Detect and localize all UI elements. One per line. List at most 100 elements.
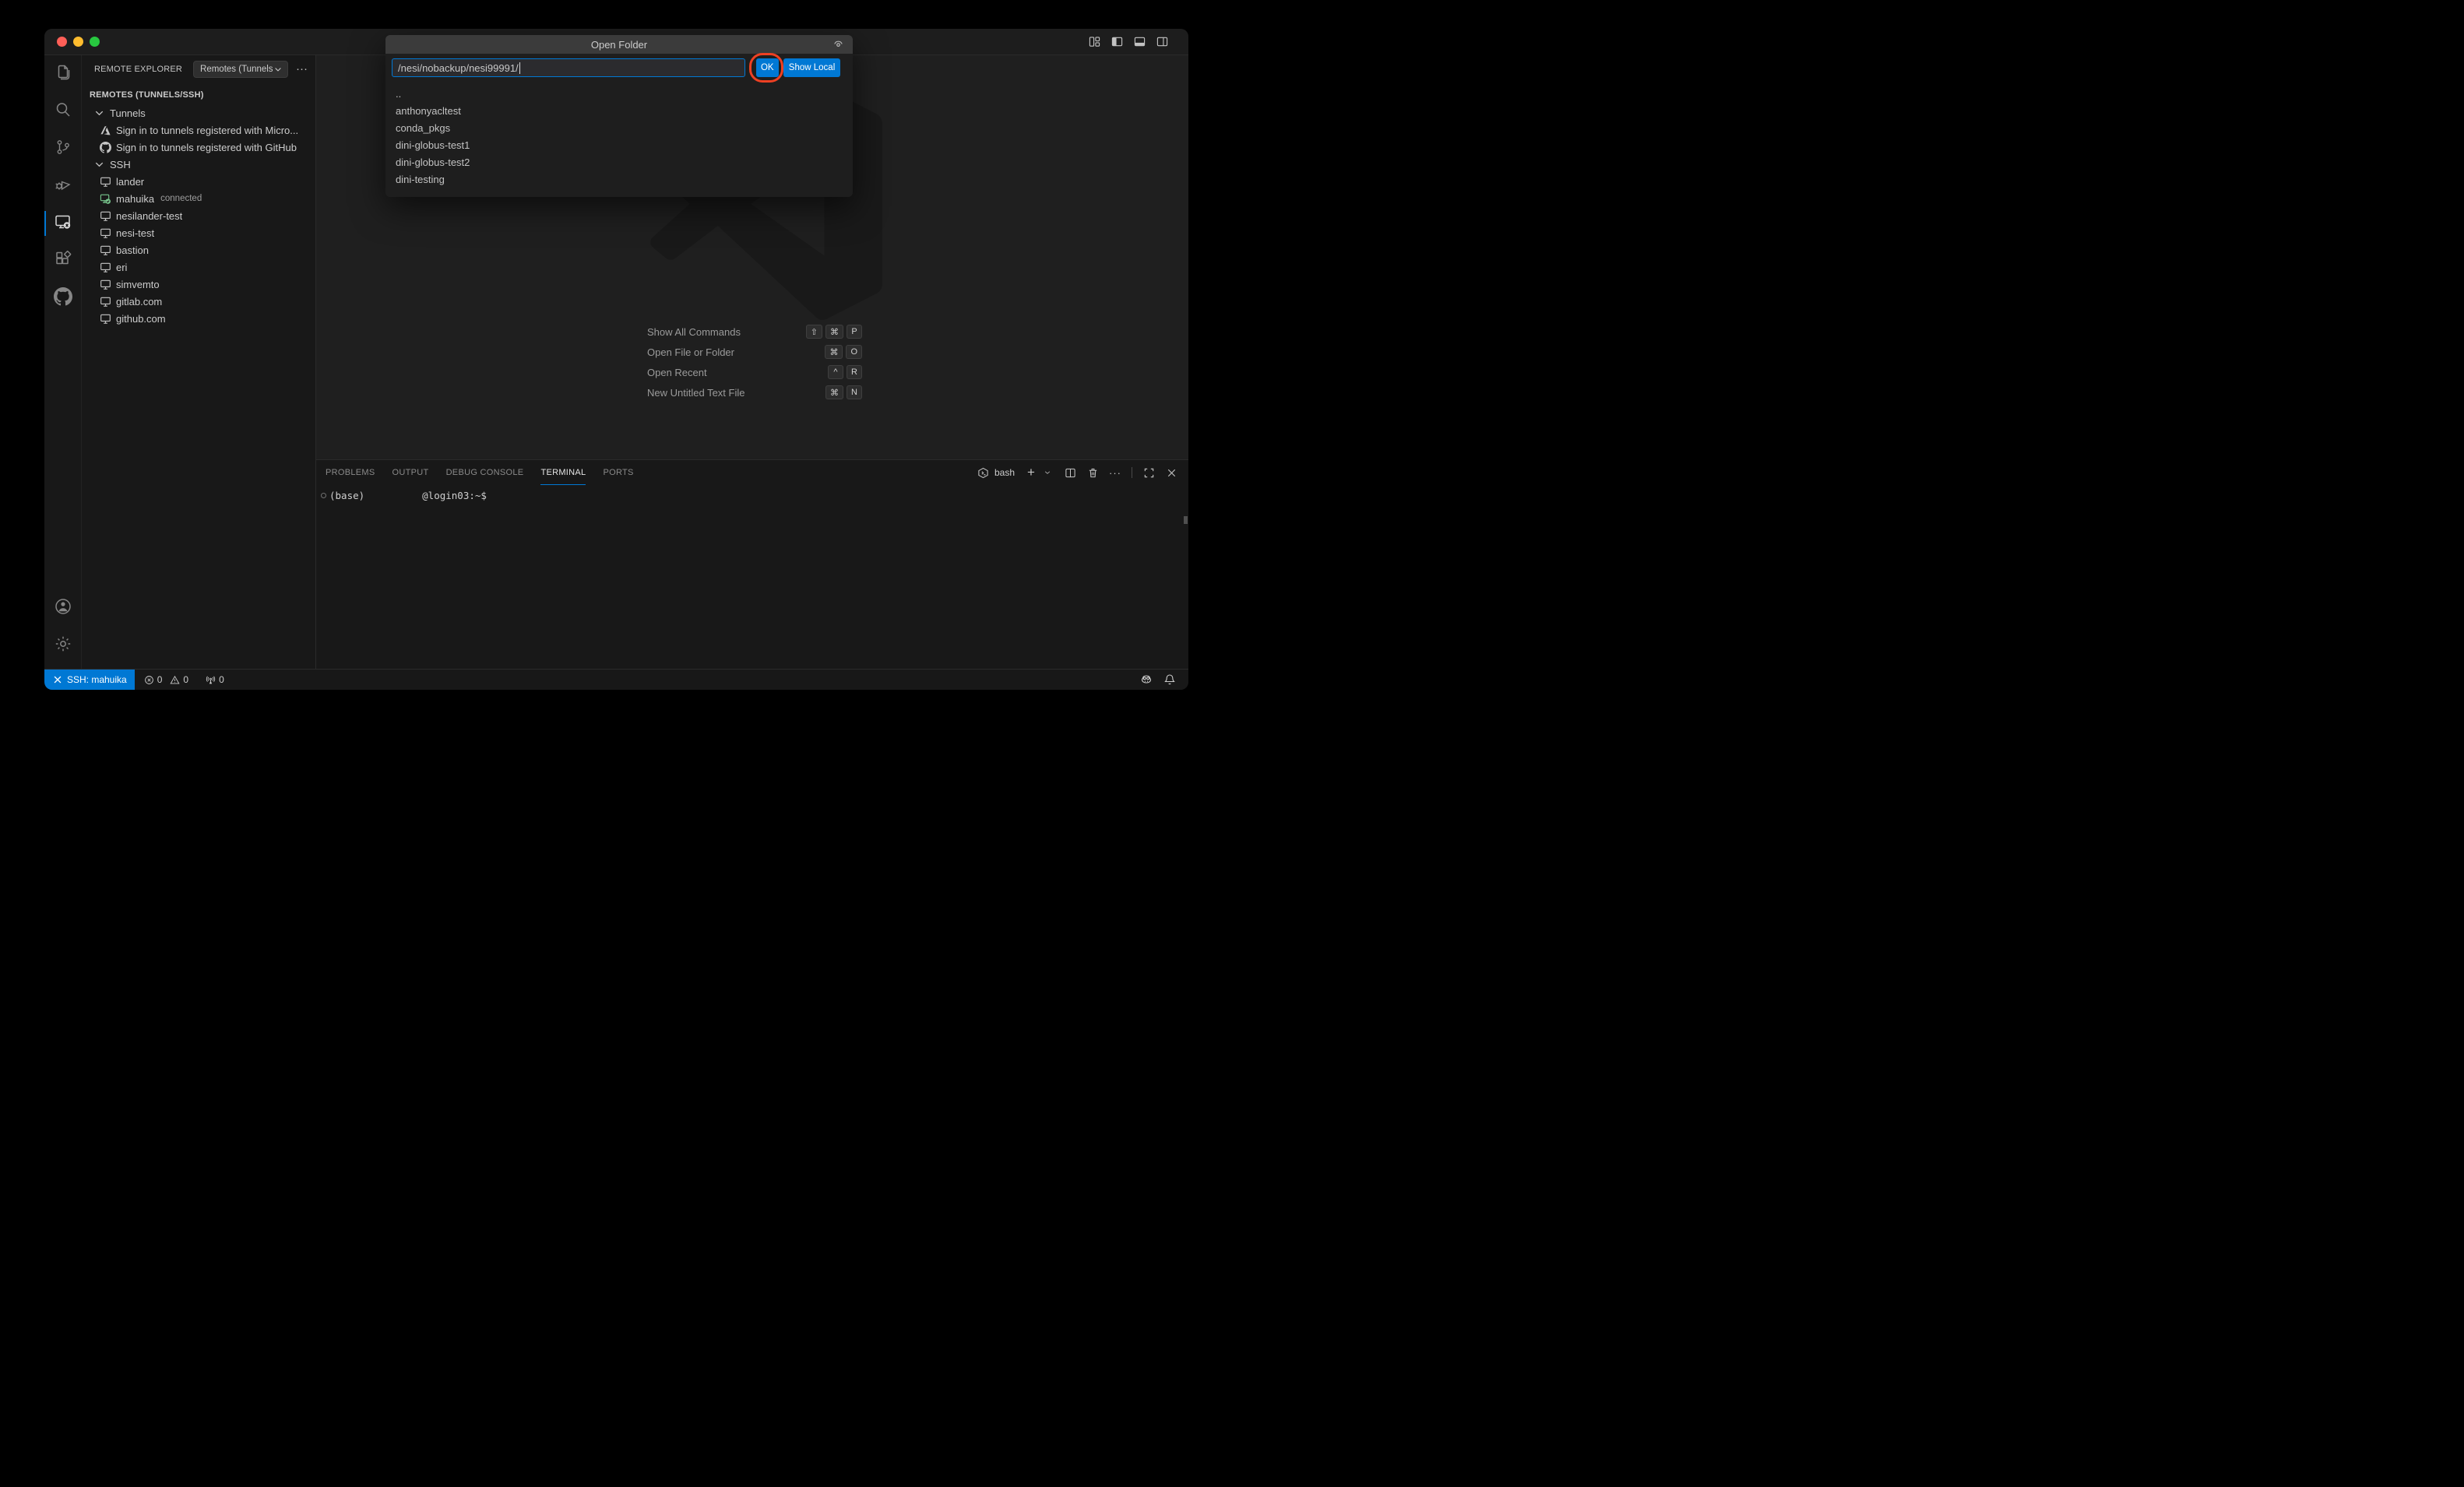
tree-row[interactable]: bastion: [82, 241, 315, 258]
keycap: O: [846, 345, 862, 359]
settings-gear-icon: [54, 635, 72, 657]
azure-icon: [99, 124, 111, 136]
remotes-type-dropdown[interactable]: Remotes (Tunnels: [193, 61, 288, 78]
keycap: P: [847, 325, 862, 339]
keycap: ⌘: [825, 345, 843, 359]
panel-tab[interactable]: OUTPUT: [392, 460, 429, 485]
panel-tab[interactable]: TERMINAL: [540, 460, 586, 485]
panel-tab[interactable]: PORTS: [603, 460, 633, 485]
notifications-bell-icon[interactable]: [1163, 673, 1176, 686]
new-terminal-icon[interactable]: +: [1025, 466, 1037, 479]
zoom-window-button[interactable]: [90, 37, 100, 47]
activity-bar-item[interactable]: [44, 242, 81, 279]
keybinding: ^R: [828, 365, 862, 379]
activity-bar-item[interactable]: [44, 167, 81, 205]
close-panel-icon[interactable]: [1165, 466, 1177, 479]
activity-bar: [44, 55, 82, 669]
folder-suggestion[interactable]: anthonyacltest: [385, 102, 853, 119]
panel-tab[interactable]: DEBUG CONSOLE: [446, 460, 524, 485]
toggle-primary-sidebar-icon[interactable]: [1111, 36, 1123, 48]
split-terminal-icon[interactable]: [1064, 466, 1076, 479]
folder-suggestion[interactable]: dini-globus-test2: [385, 153, 853, 170]
kill-terminal-icon[interactable]: [1086, 466, 1099, 479]
terminal-actions: bash + ··: [977, 466, 1188, 479]
vm-icon: [99, 175, 111, 188]
search-icon: [54, 100, 72, 123]
tree-row[interactable]: gitlab.com: [82, 293, 315, 310]
folder-suggestion[interactable]: dini-testing: [385, 170, 853, 188]
terminal-shell-icon: [977, 466, 990, 479]
folder-path-input[interactable]: /nesi/nobackup/nesi99991/: [392, 58, 745, 77]
remote-status-indicator[interactable]: SSH: mahuika: [44, 670, 135, 691]
folder-suggestion[interactable]: dini-globus-test1: [385, 136, 853, 153]
vm-icon: [99, 312, 111, 325]
tree-row[interactable]: Tunnels: [82, 104, 315, 121]
folder-suggestion[interactable]: ..: [385, 85, 853, 102]
warning-icon: [170, 675, 180, 685]
terminal-prompt-line: (base) @login03:~$: [316, 485, 1188, 501]
toggle-panel-icon[interactable]: [1133, 36, 1146, 48]
panel-tab[interactable]: PROBLEMS: [326, 460, 375, 485]
vm-icon: [99, 278, 111, 290]
chevron-down-icon: [273, 65, 283, 74]
toggle-secondary-sidebar-icon[interactable]: [1156, 36, 1168, 48]
remote-explorer-icon: [54, 213, 72, 235]
more-actions-icon[interactable]: ···: [296, 65, 308, 73]
tree-row[interactable]: mahuika connected: [82, 190, 315, 207]
tree-row[interactable]: lander: [82, 173, 315, 190]
remotes-tree: Tunnels Sign in to tunnels registered wi…: [82, 104, 315, 327]
tree-row[interactable]: nesi-test: [82, 224, 315, 241]
panel-more-actions-icon[interactable]: ···: [1109, 466, 1121, 479]
vm-icon: [99, 295, 111, 308]
activity-bar-item[interactable]: [44, 130, 81, 167]
maximize-panel-icon[interactable]: [1142, 466, 1155, 479]
conda-env: (base): [329, 490, 364, 501]
activity-bar-item[interactable]: [44, 627, 81, 664]
tree-row[interactable]: SSH: [82, 156, 315, 173]
activity-bar-item[interactable]: [44, 279, 81, 317]
terminal-viewport[interactable]: (base) @login03:~$: [316, 485, 1188, 669]
copilot-icon[interactable]: [1140, 673, 1153, 686]
terminal-scrollbar[interactable]: [1184, 516, 1188, 524]
tree-row[interactable]: nesilander-test: [82, 207, 315, 224]
github-icon: [54, 287, 72, 310]
show-local-button[interactable]: Show Local: [783, 58, 840, 77]
shortcut-row: New Untitled Text File ⌘N: [647, 382, 862, 403]
keybinding: ⌘N: [825, 385, 862, 399]
activity-bar-item[interactable]: [44, 589, 81, 627]
extensions-icon: [54, 250, 72, 272]
panel: PROBLEMS OUTPUT DEBUG CONSOLE TERMINAL PORTS…: [316, 459, 1188, 669]
tree-row[interactable]: Sign in to tunnels registered with Micro…: [82, 121, 315, 139]
prompt-host: @login03:~$: [422, 490, 487, 501]
minimize-window-button[interactable]: [73, 37, 83, 47]
problems-status[interactable]: 0 0: [144, 674, 188, 685]
folder-suggestions-list: ..anthonyacltestconda_pkgsdini-globus-te…: [385, 85, 853, 188]
close-window-button[interactable]: [57, 37, 67, 47]
keybinding: ⇧⌘P: [806, 325, 862, 339]
ok-button[interactable]: OK: [756, 58, 780, 77]
activity-bar-item[interactable]: [44, 205, 81, 242]
remote-explorer-sidebar: REMOTE EXPLORER Remotes (Tunnels ··· REM…: [82, 55, 316, 669]
shortcut-row: Open File or Folder ⌘O: [647, 342, 862, 362]
terminal-dropdown-icon[interactable]: [1041, 466, 1054, 479]
tree-row[interactable]: Sign in to tunnels registered with GitHu…: [82, 139, 315, 156]
text-caret: [519, 62, 520, 74]
activity-bar-item[interactable]: [44, 93, 81, 130]
forwarded-ports-status[interactable]: 0: [206, 674, 224, 685]
activity-bar-item[interactable]: [44, 55, 81, 93]
desktop: REMOTE EXPLORER Remotes (Tunnels ··· REM…: [0, 0, 1232, 744]
folder-suggestion[interactable]: conda_pkgs: [385, 119, 853, 136]
keycap: ^: [828, 365, 843, 379]
customize-layout-icon[interactable]: [1088, 36, 1100, 48]
chevron-down-icon: [93, 107, 105, 119]
prompt-circle-icon: [321, 493, 326, 498]
shortcut-row: Show All Commands ⇧⌘P: [647, 322, 862, 342]
connection-status: connected: [160, 194, 202, 203]
error-icon: [144, 675, 154, 685]
tree-row[interactable]: eri: [82, 258, 315, 276]
vm-connected-icon: [99, 192, 111, 205]
tree-row[interactable]: simvemto: [82, 276, 315, 293]
tree-row[interactable]: github.com: [82, 310, 315, 327]
eye-icon[interactable]: [832, 38, 845, 51]
keycap: ⌘: [825, 325, 843, 339]
